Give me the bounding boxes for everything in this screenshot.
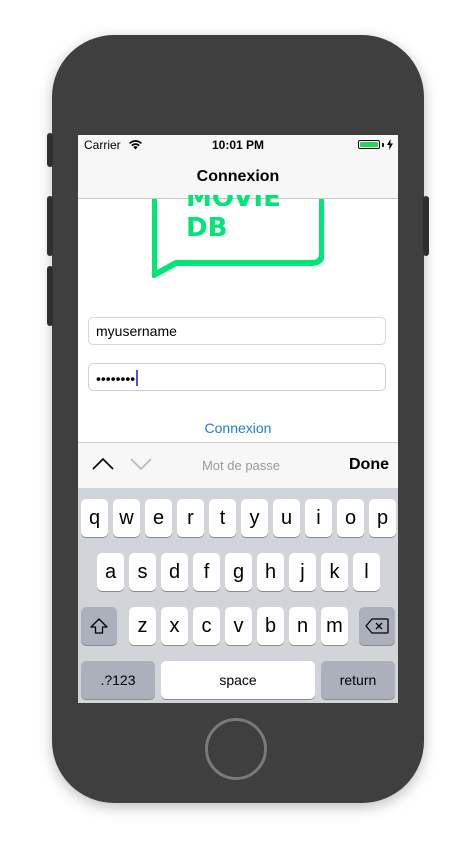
moviedb-logo: MOVIE DB — [152, 195, 324, 278]
key-x[interactable]: x — [161, 607, 188, 645]
page-title: Connexion — [196, 168, 280, 185]
key-n[interactable]: n — [289, 607, 316, 645]
key-u[interactable]: u — [273, 499, 300, 537]
charging-bolt-icon — [387, 139, 393, 150]
key-l[interactable]: l — [353, 553, 380, 591]
key-i[interactable]: i — [305, 499, 332, 537]
key-z[interactable]: z — [129, 607, 156, 645]
key-y[interactable]: y — [241, 499, 268, 537]
key-d[interactable]: d — [161, 553, 188, 591]
key-s[interactable]: s — [129, 553, 156, 591]
volume-up-button — [47, 196, 53, 256]
key-p[interactable]: p — [369, 499, 396, 537]
password-field[interactable]: •••••••• — [88, 363, 386, 391]
text-cursor — [136, 370, 139, 387]
key-e[interactable]: e — [145, 499, 172, 537]
delete-icon — [365, 618, 389, 634]
key-b[interactable]: b — [257, 607, 284, 645]
key-r[interactable]: r — [177, 499, 204, 537]
shift-key[interactable] — [81, 607, 117, 645]
screen: Carrier 10:01 PM Connexion MOVIE DB myus… — [78, 135, 398, 703]
numbers-key[interactable]: .?123 — [81, 661, 155, 699]
key-w[interactable]: w — [113, 499, 140, 537]
key-q[interactable]: q — [81, 499, 108, 537]
key-a[interactable]: a — [97, 553, 124, 591]
volume-down-button — [47, 266, 53, 326]
key-g[interactable]: g — [225, 553, 252, 591]
space-key[interactable]: space — [161, 661, 315, 699]
username-value: myusername — [96, 323, 177, 339]
status-bar: Carrier 10:01 PM — [78, 135, 398, 155]
mute-switch — [47, 133, 53, 167]
return-key[interactable]: return — [321, 661, 395, 699]
key-t[interactable]: t — [209, 499, 236, 537]
key-o[interactable]: o — [337, 499, 364, 537]
key-m[interactable]: m — [321, 607, 348, 645]
svg-text:MOVIE: MOVIE — [186, 195, 281, 213]
key-v[interactable]: v — [225, 607, 252, 645]
username-field[interactable]: myusername — [88, 317, 386, 345]
on-screen-keyboard: q w e r t y u i o p a s d f g h j k l z … — [78, 488, 398, 703]
key-f[interactable]: f — [193, 553, 220, 591]
home-button[interactable] — [205, 718, 267, 780]
login-button[interactable]: Connexion — [78, 420, 398, 436]
keyboard-accessory-toolbar: Mot de passe Done — [78, 442, 398, 488]
key-k[interactable]: k — [321, 553, 348, 591]
battery-tip — [382, 143, 384, 147]
delete-key[interactable] — [359, 607, 395, 645]
navigation-bar: Connexion — [78, 155, 398, 199]
svg-text:DB: DB — [186, 213, 227, 243]
key-j[interactable]: j — [289, 553, 316, 591]
done-button[interactable]: Done — [349, 456, 389, 474]
password-value: •••••••• — [96, 370, 136, 387]
key-h[interactable]: h — [257, 553, 284, 591]
shift-icon — [90, 618, 108, 634]
power-button — [423, 196, 429, 256]
clock: 10:01 PM — [211, 138, 265, 152]
battery-icon — [358, 140, 380, 149]
key-c[interactable]: c — [193, 607, 220, 645]
